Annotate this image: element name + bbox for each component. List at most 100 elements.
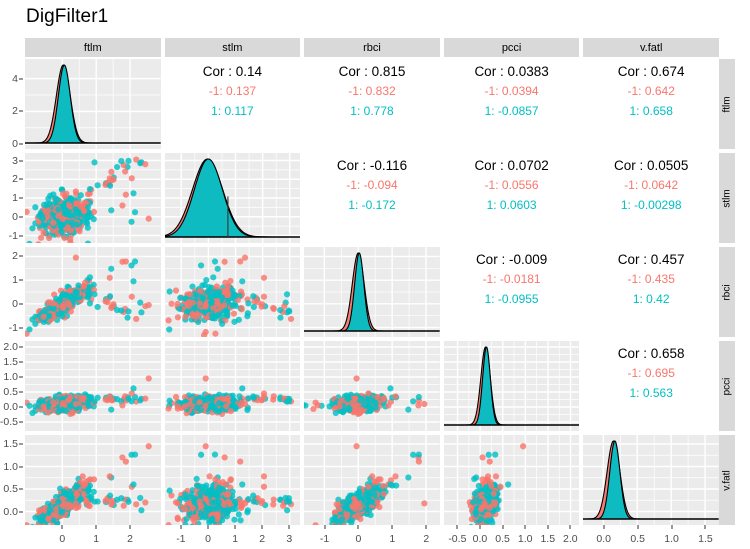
row-strip-label: v.fatl bbox=[721, 469, 733, 491]
y-axis-tick-mark bbox=[19, 235, 23, 236]
y-axis-tick-mark bbox=[19, 443, 23, 445]
row-strip-stlm: stlm bbox=[719, 153, 735, 243]
correlation-group-pos: 1: 0.658 bbox=[629, 103, 673, 118]
y-axis-tick-mark bbox=[19, 197, 23, 199]
scatter-panel bbox=[25, 435, 161, 525]
correlation-overall: Cor : 0.0383 bbox=[474, 64, 549, 79]
scatter-panel bbox=[25, 247, 161, 337]
column-strip-label: v.fatl bbox=[639, 41, 663, 54]
cor-cell-rbci-pcci: Cor : -0.009 -1: -0.0181 1: -0.0955 bbox=[443, 247, 580, 337]
y-axis-tick-mark bbox=[19, 110, 23, 112]
row-strip-label: stlm bbox=[721, 188, 733, 208]
x-axis-tick-mark bbox=[479, 525, 481, 529]
x-axis-tick-mark bbox=[357, 525, 359, 529]
cor-cell-rbci-v.fatl: Cor : 0.457 -1: 0.435 1: 0.42 bbox=[583, 247, 719, 337]
x-axis-tick-label: 0 bbox=[355, 533, 362, 545]
correlation-panel: Cor : 0.14 -1: 0.137 1: 0.117 bbox=[164, 59, 301, 149]
density-cell-v.fatl bbox=[583, 435, 719, 525]
scatter-cell-stlm-ftlm bbox=[25, 153, 161, 243]
scatter-panel bbox=[304, 435, 440, 525]
correlation-overall: Cor : -0.009 bbox=[475, 252, 548, 267]
x-axis-tick-mark bbox=[502, 525, 504, 529]
correlation-group-pos: 1: 0.117 bbox=[211, 103, 254, 118]
correlation-group-pos: 1: 0.42 bbox=[632, 291, 670, 306]
cor-cell-stlm-pcci: Cor : 0.0702 -1: 0.0556 1: 0.0603 bbox=[443, 153, 580, 243]
y-axis-tick-mark bbox=[19, 216, 23, 218]
column-strip-ftlm: ftlm bbox=[25, 38, 161, 57]
y-axis-tick-mark bbox=[19, 346, 23, 348]
x-axis-tick-mark bbox=[391, 525, 393, 529]
x-axis-tick-mark bbox=[569, 525, 571, 529]
x-axis-tick-label: 2 bbox=[423, 533, 430, 545]
y-axis-tick-label: 3 bbox=[12, 154, 18, 167]
y-axis-tick-label: 0.0 bbox=[3, 401, 18, 413]
correlation-group-neg: -1: 0.0394 bbox=[484, 84, 539, 99]
x-axis-tick-label: 1.5 bbox=[540, 533, 556, 545]
y-axis-tick-mark bbox=[19, 143, 23, 145]
page-title: DigFilter1 bbox=[26, 6, 109, 27]
scatterplot-matrix: ftlm stlm rbci pcci v.fatl ftlm stlm rbci pcci v… bbox=[25, 38, 735, 525]
correlation-group-neg: -1: 0.695 bbox=[627, 366, 675, 381]
correlation-text-group: Cor : 0.14 -1: 0.137 1: 0.117 bbox=[165, 59, 301, 149]
correlation-group-neg: -1: 0.832 bbox=[348, 84, 396, 99]
y-axis-tick-label: 1.0 bbox=[3, 371, 18, 383]
density-cell-rbci bbox=[304, 247, 440, 337]
y-axis-tick-mark bbox=[19, 391, 23, 393]
y-axis: 0 2 4 -1 0 1 2 3 -1 0 1 2 -0.5 0.0 0.5 1.0 1.5 2.0 0.0 0.5 1… bbox=[0, 38, 25, 525]
y-axis-tick-label: -1 bbox=[8, 229, 18, 242]
correlation-overall: Cor : 0.0505 bbox=[614, 158, 689, 173]
column-strip-stlm: stlm bbox=[164, 38, 301, 57]
x-axis-tick-mark bbox=[61, 525, 63, 529]
x-axis-tick-mark bbox=[547, 525, 549, 529]
correlation-panel: Cor : 0.815 -1: 0.832 1: 0.778 bbox=[304, 59, 440, 149]
correlation-group-pos: 1: 0.0603 bbox=[486, 197, 537, 212]
column-strip-label: stlm bbox=[222, 41, 243, 54]
y-axis-tick-mark bbox=[19, 279, 23, 281]
y-axis-tick-label: 2 bbox=[12, 105, 18, 118]
correlation-panel: Cor : 0.658 -1: 0.695 1: 0.563 bbox=[583, 341, 719, 431]
x-axis-tick-label: 1.0 bbox=[517, 533, 533, 545]
column-strip-label: pcci bbox=[501, 41, 522, 54]
y-axis-tick-label: 4 bbox=[12, 72, 18, 85]
y-axis-tick-mark bbox=[19, 361, 23, 363]
cor-cell-stlm-v.fatl: Cor : 0.0505 -1: 0.0642 1: -0.00298 bbox=[583, 153, 719, 243]
scatter-cell-v.fatl-stlm bbox=[164, 435, 301, 525]
correlation-panel: Cor : 0.0505 -1: 0.0642 1: -0.00298 bbox=[583, 153, 719, 243]
x-axis-tick-mark bbox=[524, 525, 526, 529]
scatter-panel bbox=[164, 341, 301, 431]
correlation-group-pos: 1: 0.778 bbox=[350, 103, 394, 118]
y-axis-tick-mark bbox=[19, 376, 23, 378]
scatter-panel bbox=[443, 435, 580, 525]
correlation-panel: Cor : 0.0702 -1: 0.0556 1: 0.0603 bbox=[443, 153, 580, 243]
correlation-text-group: Cor : 0.0702 -1: 0.0556 1: 0.0603 bbox=[444, 153, 580, 243]
correlation-panel: Cor : 0.0383 -1: 0.0394 1: -0.0857 bbox=[443, 59, 580, 149]
scatter-cell-pcci-ftlm bbox=[25, 341, 161, 431]
cor-cell-stlm-rbci: Cor : -0.116 -1: -0.094 1: -0.172 bbox=[304, 153, 440, 243]
cor-cell-ftlm-stlm: Cor : 0.14 -1: 0.137 1: 0.117 bbox=[164, 59, 301, 149]
x-axis-tick-label: 0 bbox=[59, 533, 66, 545]
y-axis-tick-label: 0.5 bbox=[3, 483, 18, 495]
x-axis-tick-label: -0.5 bbox=[448, 533, 467, 545]
correlation-panel: Cor : -0.009 -1: -0.0181 1: -0.0955 bbox=[443, 247, 580, 337]
y-axis-tick-mark bbox=[19, 303, 23, 305]
density-cell-pcci bbox=[443, 341, 580, 431]
y-axis-tick-label: 0.0 bbox=[3, 505, 18, 518]
x-axis-tick-mark bbox=[456, 525, 458, 529]
correlation-group-pos: 1: -0.0857 bbox=[484, 103, 539, 118]
correlation-text-group: Cor : -0.009 -1: -0.0181 1: -0.0955 bbox=[444, 247, 580, 337]
x-axis-tick-label: -1 bbox=[176, 533, 186, 545]
correlation-overall: Cor : -0.116 bbox=[336, 158, 408, 173]
column-strip-row: ftlm stlm rbci pcci v.fatl bbox=[25, 38, 719, 57]
y-axis-tick-mark bbox=[19, 255, 23, 257]
correlation-overall: Cor : 0.815 bbox=[338, 64, 406, 79]
y-axis-tick-mark bbox=[19, 488, 23, 490]
y-axis-tick-mark bbox=[19, 160, 23, 161]
correlation-group-neg: -1: 0.642 bbox=[627, 84, 675, 99]
y-axis-tick-mark bbox=[19, 178, 23, 180]
correlation-text-group: Cor : 0.658 -1: 0.695 1: 0.563 bbox=[583, 341, 719, 431]
y-axis-tick-label: 0 bbox=[12, 210, 18, 223]
x-axis-tick-mark bbox=[129, 525, 131, 529]
density-panel bbox=[25, 59, 161, 149]
density-panel bbox=[164, 153, 301, 243]
y-axis-tick-mark bbox=[19, 78, 23, 80]
